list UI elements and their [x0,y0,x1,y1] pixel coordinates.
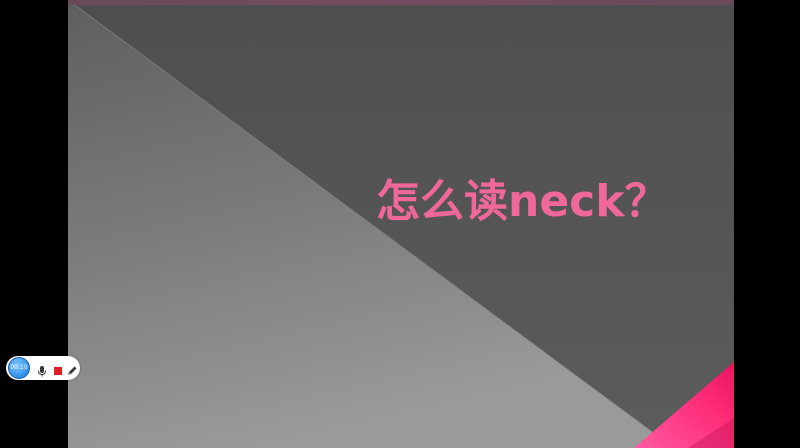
stop-icon[interactable] [52,362,64,375]
screen: 怎么读neck？ 00:10 [0,0,800,448]
pen-icon[interactable] [66,362,78,375]
recording-timer[interactable]: 00:10 [8,357,30,379]
presentation-slide[interactable]: 怎么读neck？ [68,0,734,448]
recording-toolbar[interactable]: 00:10 [6,356,80,380]
mic-icon[interactable] [36,362,48,377]
slide-title: 怎么读neck？ [376,176,669,227]
slide-top-strip [68,0,734,5]
